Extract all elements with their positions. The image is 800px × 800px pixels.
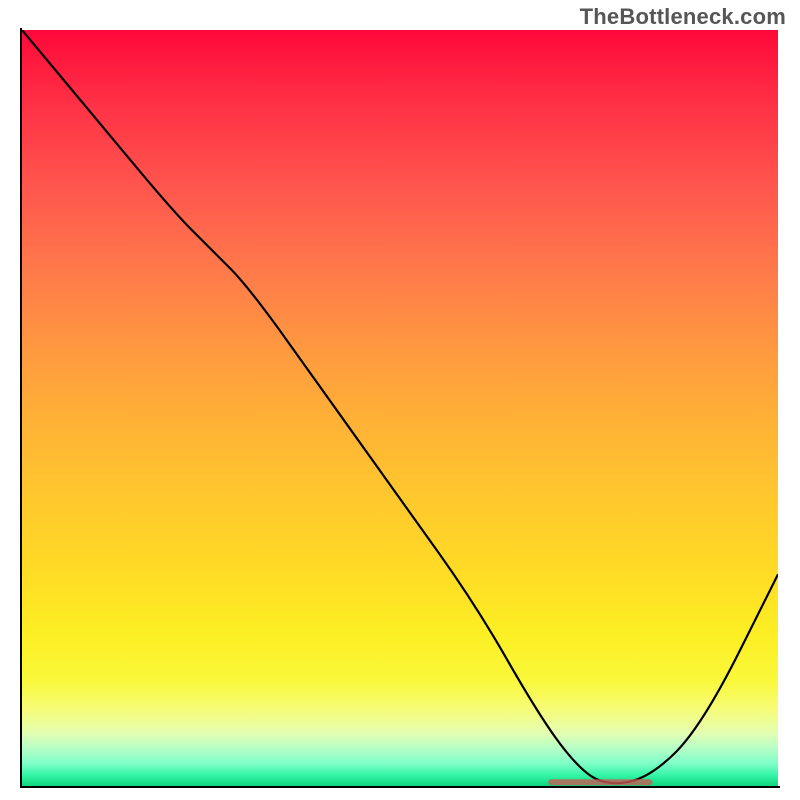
chart-svg (22, 30, 778, 786)
watermark-text: TheBottleneck.com (580, 4, 786, 30)
bottleneck-curve (22, 30, 778, 783)
y-axis (20, 28, 22, 788)
chart-frame: TheBottleneck.com (0, 0, 800, 800)
plot-area (22, 30, 778, 786)
x-axis (20, 786, 780, 788)
